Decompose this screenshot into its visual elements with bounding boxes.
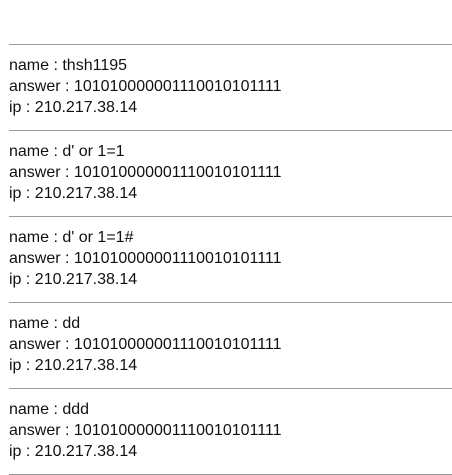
entry-name: name : thsh1195 <box>9 57 128 74</box>
entry-item: name : d' or 1=1 answer : 10101000000111… <box>9 131 452 216</box>
entry-item: name : thsh1195 answer : 101010000001110… <box>9 45 452 130</box>
entry-ip: ip : 210.217.38.14 <box>9 185 138 202</box>
entry-answer: answer : 101010000001110010101111 <box>9 164 282 181</box>
entry-answer: answer : 101010000001110010101111 <box>9 250 282 267</box>
entry-item: name : d' or 1=1# answer : 1010100000011… <box>9 217 452 302</box>
entry-answer: answer : 101010000001110010101111 <box>9 336 282 353</box>
entry-name: name : d' or 1=1# <box>9 229 134 246</box>
entry-list: name : thsh1195 answer : 101010000001110… <box>0 0 452 475</box>
entry-answer: answer : 101010000001110010101111 <box>9 422 282 439</box>
entry-item: name : dd answer : 101010000001110010101… <box>9 303 452 388</box>
entry-item: name : ddd answer : 10101000000111001010… <box>9 389 452 474</box>
entry-answer: answer : 101010000001110010101111 <box>9 78 282 95</box>
entry-ip: ip : 210.217.38.14 <box>9 99 138 116</box>
entry-ip: ip : 210.217.38.14 <box>9 271 138 288</box>
entry-ip: ip : 210.217.38.14 <box>9 357 138 374</box>
entry-name: name : dd <box>9 315 81 332</box>
entry-ip: ip : 210.217.38.14 <box>9 443 138 460</box>
entry-name: name : ddd <box>9 401 90 418</box>
entry-name: name : d' or 1=1 <box>9 143 125 160</box>
